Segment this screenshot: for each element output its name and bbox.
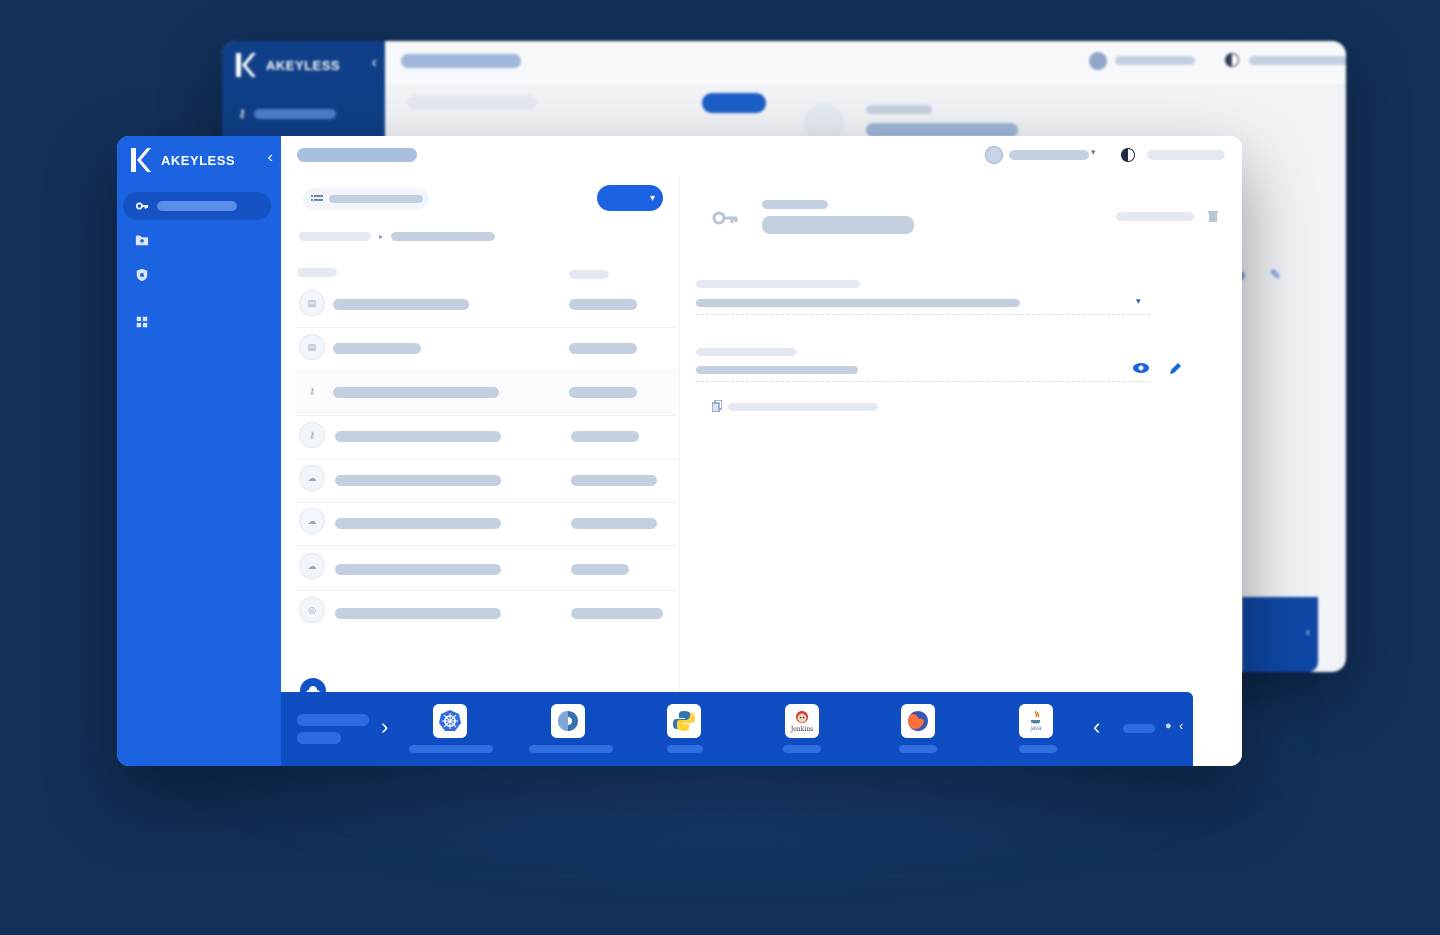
chevron-right-icon[interactable]: ›	[381, 716, 388, 738]
breadcrumb: ▸	[299, 232, 496, 241]
firefox-icon	[907, 711, 928, 731]
back-edit-icon: ✎	[1270, 267, 1281, 282]
brand: AKEYLESS	[129, 147, 235, 173]
java-icon	[1031, 710, 1040, 723]
akeyless-logo-icon	[236, 53, 256, 77]
integration-circleci[interactable]	[551, 704, 585, 738]
folder-icon: ▤	[299, 334, 325, 360]
key-icon	[135, 202, 149, 210]
akeyless-logo-icon	[131, 148, 151, 172]
back-bottom-panel: ‹	[1242, 597, 1318, 672]
integrations-bar: › Jenkins java ‹ ● ‹	[281, 692, 1193, 766]
copy-icon[interactable]	[712, 400, 722, 412]
integration-jenkins[interactable]: Jenkins	[785, 704, 819, 738]
back-contrast-icon	[1225, 53, 1239, 67]
mic-icon[interactable]: ●	[1165, 720, 1172, 732]
contrast-icon[interactable]	[1121, 148, 1135, 162]
circleci-icon	[558, 711, 578, 731]
integration-firefox[interactable]	[901, 704, 935, 738]
breadcrumb-current[interactable]	[391, 232, 496, 241]
integration-python[interactable]	[667, 704, 701, 738]
target-icon: ◎	[299, 597, 325, 623]
sidebar-item-dashboard[interactable]	[123, 308, 271, 336]
sidebar-item-security[interactable]	[123, 261, 271, 289]
back-avatar-icon	[1089, 52, 1107, 70]
key-icon	[712, 211, 738, 225]
kubernetes-icon	[439, 710, 461, 731]
sidebar-item-secrets[interactable]	[123, 192, 271, 220]
back-nav-item: ⚷	[238, 107, 337, 120]
back-topbar	[385, 41, 1346, 86]
delete-icon[interactable]	[1208, 210, 1218, 222]
breadcrumb-root[interactable]	[299, 232, 371, 241]
folder-icon	[135, 235, 149, 246]
back-collapse-icon: ‹	[371, 54, 377, 71]
chevron-down-icon: ▾	[649, 192, 655, 204]
sidebar: AKEYLESS ‹	[117, 136, 281, 766]
key-icon: ⚷	[299, 422, 325, 448]
chevron-right-icon: ▸	[379, 232, 384, 241]
integration-java[interactable]: java	[1019, 704, 1053, 738]
list-item[interactable]: ☁	[295, 459, 677, 503]
cloud-icon: ☁	[299, 553, 325, 579]
user-avatar-icon[interactable]	[985, 146, 1003, 164]
column-header-type	[569, 270, 609, 279]
integration-kubernetes[interactable]	[433, 704, 467, 738]
brand-name: AKEYLESS	[161, 152, 236, 168]
page-title	[297, 148, 417, 162]
column-header-name	[297, 268, 337, 277]
cloud-icon: ☁	[299, 465, 325, 491]
chevron-down-icon[interactable]: ▾	[1091, 147, 1096, 158]
item-detail-pane: ▾	[680, 176, 1242, 766]
key-icon: ⚷	[238, 108, 247, 120]
list-icon	[311, 195, 323, 201]
shield-icon	[136, 268, 148, 282]
list-item[interactable]: ◎	[295, 591, 677, 634]
new-item-button[interactable]: ▾	[597, 185, 663, 211]
grid-icon	[136, 316, 148, 328]
key-icon: ⚷	[308, 385, 316, 396]
folder-icon: ▤	[299, 290, 325, 316]
collapse-bar-icon[interactable]: ‹	[1179, 718, 1183, 733]
list-item[interactable]: ⚷	[295, 416, 677, 460]
chevron-left-icon[interactable]: ‹	[1093, 716, 1100, 738]
python-icon	[673, 711, 695, 731]
list-item[interactable]: ⚷	[295, 372, 677, 416]
collapse-sidebar-icon[interactable]: ‹	[268, 148, 273, 168]
list-item[interactable]: ☁	[295, 547, 677, 591]
top-bar: ▾	[281, 136, 1242, 177]
list-item[interactable]: ▤	[295, 328, 677, 372]
app-window: AKEYLESS ‹ ▾ ▾ ▸ ▤ ▤ ⚷ ⚷ ☁ ☁ ☁ ◎ ▾ › Jen…	[117, 136, 1242, 766]
list-item[interactable]: ☁	[295, 502, 677, 546]
cloud-icon: ☁	[299, 508, 325, 534]
back-brand: AKEYLESS	[234, 52, 340, 78]
user-name[interactable]	[1009, 150, 1089, 160]
chevron-down-icon[interactable]: ▾	[1136, 296, 1141, 307]
list-item[interactable]: ▤	[295, 284, 677, 328]
back-brand-name: AKEYLESS	[266, 57, 341, 73]
jenkins-icon	[795, 710, 808, 723]
sidebar-item-folders[interactable]	[123, 226, 271, 254]
filter-chip[interactable]	[303, 188, 429, 210]
edit-icon[interactable]	[1168, 362, 1182, 376]
view-icon[interactable]	[1132, 362, 1150, 374]
